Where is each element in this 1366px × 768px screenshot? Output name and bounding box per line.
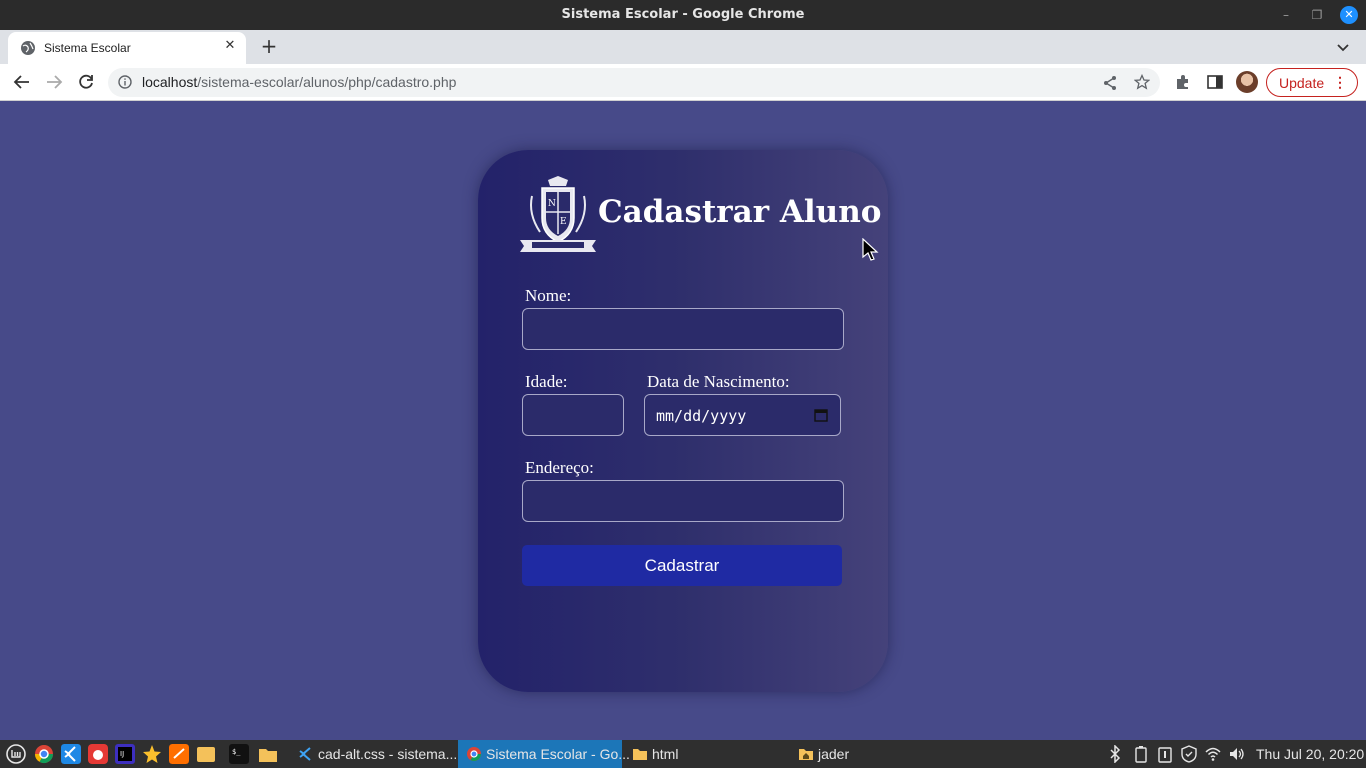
chrome-icon[interactable] [34, 744, 54, 764]
update-label: Update [1279, 75, 1325, 91]
bookmark-star-icon[interactable] [1134, 74, 1150, 90]
bluetooth-icon[interactable] [1107, 745, 1123, 763]
close-window-icon[interactable]: ✕ [1340, 6, 1358, 24]
chrome-icon [467, 747, 481, 761]
wifi-icon[interactable] [1205, 745, 1221, 763]
nome-input[interactable] [522, 308, 844, 350]
calendar-icon[interactable] [814, 408, 828, 422]
folder-icon [633, 749, 647, 760]
extensions-puzzle-icon[interactable] [1174, 73, 1192, 91]
taskbar: IJ $_ cad-alt.css - sistema... Sistema E… [0, 740, 1366, 768]
back-arrow-icon[interactable] [12, 72, 32, 92]
task-label: cad-alt.css - sistema... [318, 746, 458, 762]
tab-sistema-escolar[interactable]: Sistema Escolar ✕ [8, 32, 246, 64]
clock[interactable]: Thu Jul 20, 20:20 [1256, 746, 1364, 762]
terminal-icon[interactable]: $_ [229, 744, 249, 764]
task-chrome[interactable]: Sistema Escolar - Go... [458, 740, 630, 768]
star-app-icon[interactable] [142, 744, 162, 764]
shield-icon[interactable] [1181, 745, 1197, 763]
intellij-icon[interactable]: IJ [115, 744, 135, 764]
update-button[interactable]: Update ⋮ [1266, 68, 1358, 97]
battery-icon[interactable] [1133, 745, 1149, 763]
app-icon[interactable] [88, 744, 108, 764]
task-vscode[interactable]: cad-alt.css - sistema... [290, 740, 458, 768]
window-titlebar: Sistema Escolar - Google Chrome – ❐ ✕ [0, 0, 1366, 30]
profile-avatar[interactable] [1236, 71, 1258, 93]
window-title: Sistema Escolar - Google Chrome [561, 7, 805, 22]
idade-label: Idade: [525, 372, 568, 391]
folder-home-icon [799, 749, 813, 760]
close-tab-icon[interactable]: ✕ [222, 38, 238, 54]
task-jader-folder[interactable]: jader [790, 740, 950, 768]
url-path: /sistema-escolar/alunos/php/cadastro.php [197, 74, 457, 90]
mouse-pointer-icon [862, 238, 879, 261]
task-label: jader [818, 746, 850, 762]
school-crest-icon: N E [520, 176, 596, 252]
vscode-icon [299, 747, 311, 761]
more-menu-icon[interactable]: ⋮ [1333, 74, 1347, 91]
volume-icon[interactable] [1229, 745, 1245, 763]
new-tab-icon[interactable]: + [258, 36, 280, 58]
browser-toolbar: localhost/sistema-escolar/alunos/php/cad… [0, 64, 1366, 101]
endereco-label: Endereço: [525, 458, 594, 477]
task-label: html [652, 746, 679, 762]
data-nascimento-label: Data de Nascimento: [647, 372, 790, 391]
nome-label: Nome: [525, 286, 572, 305]
url-text[interactable]: localhost/sistema-escolar/alunos/php/cad… [142, 74, 456, 90]
task-html-folder[interactable]: html [624, 740, 784, 768]
tab-strip: Sistema Escolar ✕ + [0, 30, 1366, 64]
data-nascimento-input[interactable]: mm/dd/yyyy [644, 394, 841, 436]
idade-input[interactable] [522, 394, 624, 436]
page-title: Cadastrar Aluno [598, 194, 882, 230]
svg-text:IJ: IJ [120, 750, 124, 758]
tab-label: Sistema Escolar [44, 41, 131, 55]
address-bar[interactable]: localhost/sistema-escolar/alunos/php/cad… [108, 68, 1160, 97]
globe-icon [21, 41, 35, 55]
minimize-icon[interactable]: – [1277, 6, 1295, 24]
clipboard-icon[interactable] [1157, 745, 1173, 763]
reload-icon[interactable] [76, 72, 96, 92]
task-label: Sistema Escolar - Go... [486, 746, 630, 762]
svg-text:$_: $_ [232, 748, 241, 756]
date-placeholder: mm/dd/yyyy [656, 407, 747, 425]
side-panel-icon[interactable] [1206, 73, 1224, 91]
sublime-icon[interactable] [169, 744, 189, 764]
forward-arrow-icon[interactable] [44, 72, 64, 92]
share-icon[interactable] [1102, 75, 1118, 91]
tab-search-chevron-icon[interactable] [1334, 38, 1352, 56]
folder-icon[interactable] [258, 744, 278, 764]
svg-text:N: N [548, 199, 556, 209]
cadastro-card: N E Cadastrar Aluno Nome: Idade: Data de… [478, 150, 888, 692]
mint-menu-icon[interactable] [6, 744, 26, 764]
maximize-icon[interactable]: ❐ [1308, 6, 1326, 24]
site-info-icon[interactable] [118, 75, 132, 89]
url-host: localhost [142, 74, 198, 90]
cadastrar-button[interactable]: Cadastrar [522, 545, 842, 586]
files-icon[interactable] [196, 744, 216, 764]
vscode-icon[interactable] [61, 744, 81, 764]
endereco-input[interactable] [522, 480, 844, 522]
svg-text:E: E [560, 217, 567, 227]
